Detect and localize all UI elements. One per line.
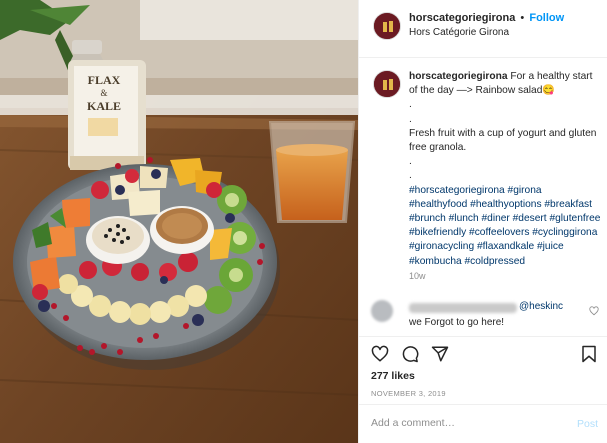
post-button[interactable]: Post [577,418,598,430]
commenter-avatar[interactable] [371,300,393,322]
caption-line2: Fresh fruit with a cup of yogurt and glu… [409,127,597,154]
caption-username[interactable]: horscategoriegirona [409,71,508,82]
caption-text: horscategoriegirona For a healthy start … [409,70,601,283]
post-date: NOVEMBER 3, 2019 [371,389,446,398]
comment-input[interactable] [371,417,561,429]
bookmark-icon[interactable] [581,345,597,363]
granola-bowl [150,206,214,254]
share-icon[interactable] [431,345,449,363]
bottle-label-bottom: KALE [87,99,121,113]
follow-button[interactable]: Follow [529,12,564,24]
bottle-label-amp: & [100,88,107,98]
food-plate-image: FLAX & KALE [0,0,358,443]
yogurt-bowl [86,216,150,264]
caption-hashtags[interactable]: #horscategoriegirona #girona #healthyfoo… [409,184,601,269]
like-icon[interactable] [371,345,389,363]
comment-like-icon[interactable] [589,306,599,316]
comment-icon[interactable] [401,345,419,363]
caption-time: 10w [409,270,426,281]
avatar[interactable] [373,12,401,40]
post-photo[interactable]: FLAX & KALE [0,0,358,443]
comment-mention[interactable]: @heskinc [519,301,563,312]
header-username[interactable]: horscategoriegirona [409,12,515,24]
comment-text: we Forgot to go here! [409,317,505,328]
header-username-row: horscategoriegirona • Follow [409,12,564,24]
header-separator: • [520,12,525,24]
logo-icon [374,71,400,97]
caption-avatar[interactable] [373,70,401,98]
bottle-label-top: FLAX [88,73,121,87]
juice-glass [268,121,356,223]
like-count[interactable]: 277 likes [371,370,415,382]
comment-row: @heskinc we Forgot to go here! [359,298,607,334]
post-details-panel: horscategoriegirona • Follow Hors Catégo… [358,0,607,443]
location-link[interactable]: Hors Catégorie Girona [409,27,509,38]
logo-icon [374,13,400,39]
post-header: horscategoriegirona • Follow Hors Catégo… [359,0,607,58]
add-comment-bar: Post [359,404,607,443]
commenter-username-blurred [409,303,517,313]
caption-section: horscategoriegirona For a healthy start … [359,58,607,290]
